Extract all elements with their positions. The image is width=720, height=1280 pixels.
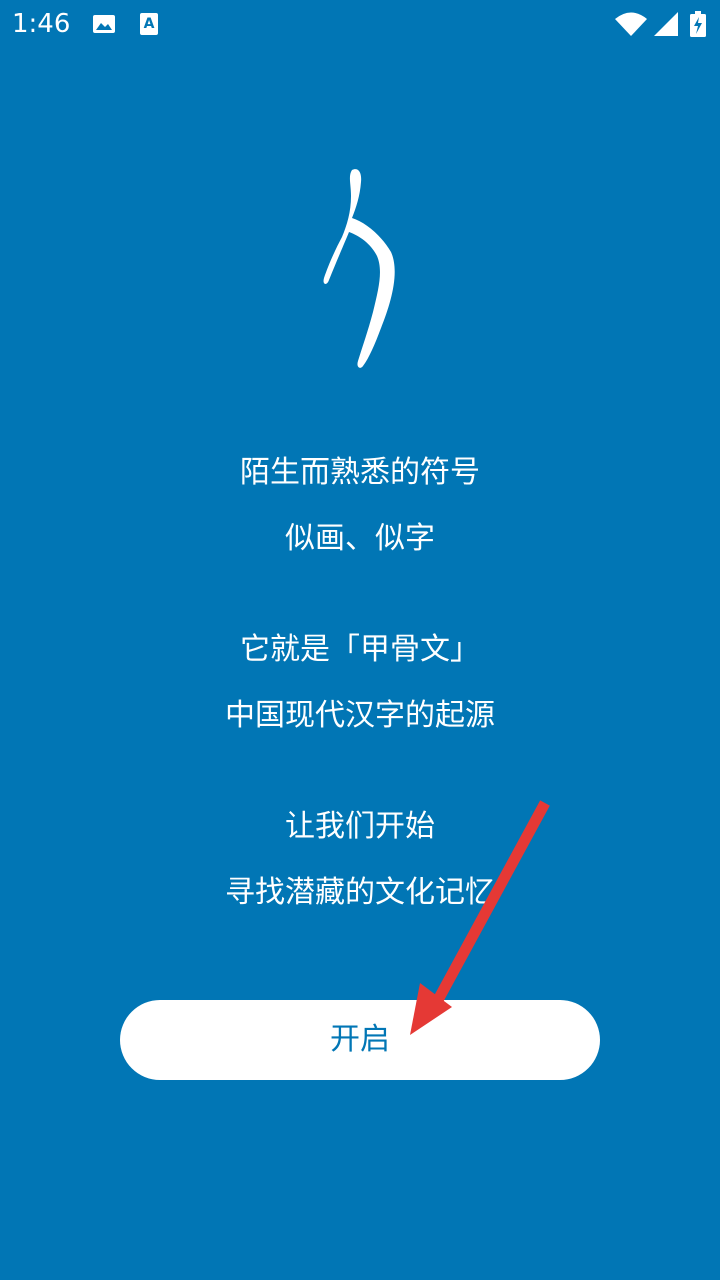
svg-text:A: A [144, 16, 155, 32]
image-icon [93, 15, 115, 33]
status-bar: 1:46 A [0, 0, 720, 48]
text-a-icon: A [140, 13, 158, 35]
signal-icon [654, 12, 678, 36]
wifi-icon [615, 12, 647, 36]
intro-line-2: 似画、似字 [285, 521, 435, 556]
oracle-bone-glyph-icon [323, 169, 395, 368]
intro-line-3: 它就是「甲骨文」 [240, 632, 480, 667]
battery-charging-icon [690, 11, 706, 37]
intro-line-6: 寻找潜藏的文化记忆 [225, 875, 495, 910]
intro-line-4: 中国现代汉字的起源 [225, 698, 495, 733]
intro-line-5: 让我们开始 [285, 809, 435, 844]
start-button[interactable]: 开启 [120, 1000, 600, 1080]
intro-line-1: 陌生而熟悉的符号 [240, 455, 480, 490]
start-button-label: 开启 [330, 1022, 390, 1057]
status-time: 1:46 [12, 9, 71, 39]
